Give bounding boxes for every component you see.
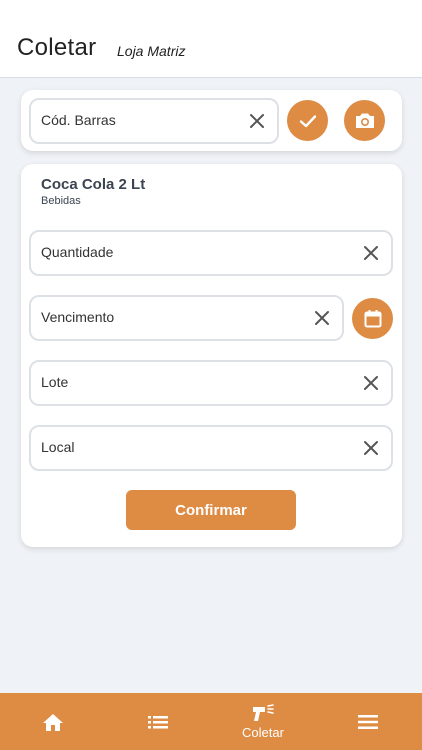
clear-barcode-button[interactable] [246, 110, 268, 132]
clear-location-button[interactable] [360, 437, 382, 459]
close-icon [250, 114, 264, 128]
product-name: Coca Cola 2 Lt [41, 176, 146, 193]
bottom-nav: Coletar [0, 693, 422, 750]
calendar-button[interactable] [352, 298, 393, 339]
nav-item-list[interactable] [108, 693, 208, 750]
product-category: Bebidas [41, 195, 81, 207]
page-title: Coletar [17, 34, 97, 61]
expiry-field[interactable]: Vencimento [29, 295, 344, 341]
close-icon [364, 441, 378, 455]
nav-item-collect-label: Coletar [242, 724, 284, 740]
confirm-barcode-button[interactable] [287, 100, 328, 141]
nav-item-home[interactable] [3, 693, 103, 750]
quantity-label: Quantidade [41, 244, 114, 260]
clear-lot-button[interactable] [360, 372, 382, 394]
product-card: Coca Cola 2 Lt Bebidas Quantidade Vencim… [21, 164, 402, 547]
home-icon [43, 713, 63, 731]
nav-item-menu[interactable] [318, 693, 418, 750]
location-label: Local [41, 439, 75, 455]
store-name: Loja Matriz [117, 43, 186, 59]
barcode-input-label: Cód. Barras [41, 112, 116, 128]
camera-icon [355, 113, 374, 128]
confirm-button[interactable]: Confirmar [126, 490, 296, 530]
barcode-card: Cód. Barras [21, 90, 402, 151]
camera-button[interactable] [344, 100, 385, 141]
clear-quantity-button[interactable] [360, 242, 382, 264]
lot-label: Lote [41, 374, 69, 390]
nav-item-collect[interactable]: Coletar [213, 693, 313, 750]
clear-expiry-button[interactable] [311, 307, 333, 329]
location-field[interactable]: Local [29, 425, 393, 471]
check-icon [299, 114, 316, 127]
calendar-icon [364, 309, 381, 327]
close-icon [364, 246, 378, 260]
close-icon [315, 311, 329, 325]
barcode-input[interactable]: Cód. Barras [29, 98, 279, 144]
app-header: Coletar Loja Matriz [0, 0, 422, 78]
quantity-field[interactable]: Quantidade [29, 230, 393, 276]
scanner-icon [253, 703, 274, 721]
lot-field[interactable]: Lote [29, 360, 393, 406]
expiry-label: Vencimento [41, 309, 115, 325]
close-icon [364, 376, 378, 390]
list-icon [148, 715, 168, 728]
menu-icon [358, 714, 378, 729]
